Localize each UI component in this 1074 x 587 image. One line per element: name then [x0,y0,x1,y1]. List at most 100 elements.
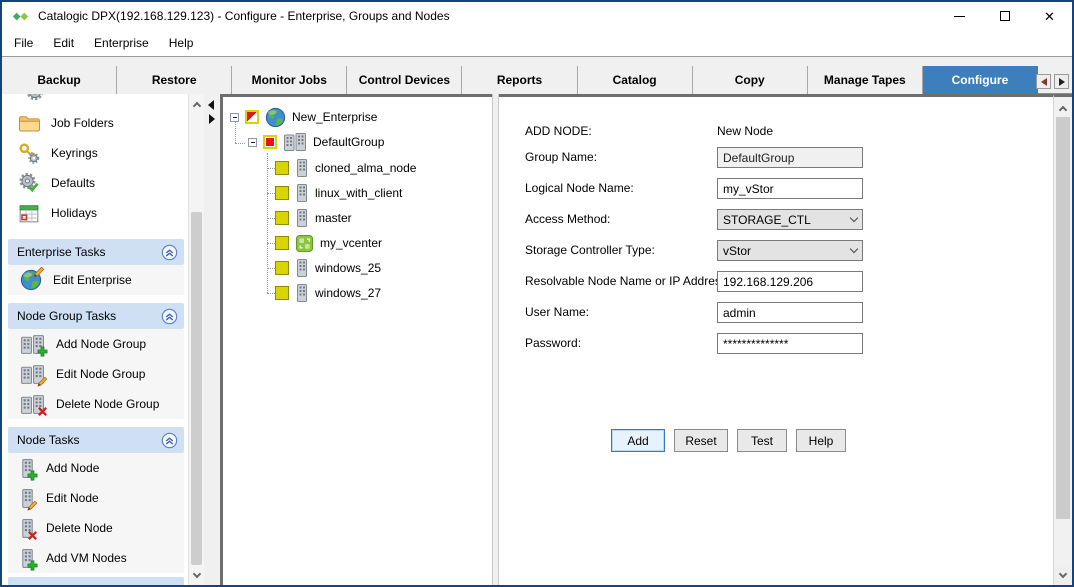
checkbox-partial[interactable] [245,110,259,124]
pencil-icon [27,500,38,511]
collapse-section-icon[interactable] [161,432,178,449]
tab-monitor-jobs[interactable]: Monitor Jobs [232,66,347,94]
tab-control-devices[interactable]: Control Devices [347,66,462,94]
maximize-button[interactable] [982,2,1027,30]
tab-scroll-left-button[interactable] [1036,74,1051,89]
tree-item-default-group[interactable]: DefaultGroup [248,131,384,153]
tree-item-cloned-alma-node[interactable]: cloned_alma_node [275,157,416,179]
user-name-label: User Name: [525,305,589,319]
tab-restore[interactable]: Restore [117,66,232,94]
checkbox-checked[interactable] [275,286,289,300]
sidebar-scrollbar[interactable] [188,94,204,585]
tab-reports[interactable]: Reports [462,66,577,94]
scroll-up-button[interactable] [189,96,204,112]
checkbox-checked[interactable] [275,186,289,200]
checkbox-checked[interactable] [263,135,277,149]
menu-help[interactable]: Help [159,36,204,50]
minimize-button[interactable] [937,2,982,30]
tab-scroll-right-button[interactable] [1054,74,1069,89]
node-icon [295,283,309,303]
scrollbar-thumb[interactable] [191,212,202,565]
folder-icon [18,112,40,134]
section-header-node-group-tasks[interactable]: Node Group Tasks [8,303,184,329]
collapse-toggle-icon[interactable] [230,113,239,122]
checkbox-checked[interactable] [275,236,289,250]
add-node-form: ADD NODE: New Node Group Name: Logical N… [499,94,1053,585]
tree-item-label: master [315,211,352,225]
enterprise-tree-panel: New_Enterprise DefaultGroup cloned_alma_… [220,94,492,585]
help-button[interactable]: Help [796,429,846,452]
tab-catalog[interactable]: Catalog [578,66,693,94]
sidebar-item-edit-node[interactable]: Edit Node [8,483,184,513]
sidebar-clipped-section-header [8,577,184,585]
arrow-right-icon [1059,78,1065,86]
sidebar-item-edit-node-group[interactable]: Edit Node Group [8,359,184,389]
collapse-section-icon[interactable] [161,244,178,261]
tree-item-label: windows_25 [315,261,381,275]
sidebar-item-defaults[interactable]: Defaults [2,168,188,198]
tree-item-my-vcenter[interactable]: my_vcenter [275,232,382,254]
add-button[interactable]: Add [611,429,665,452]
tree-item-linux-with-client[interactable]: linux_with_client [275,182,402,204]
tab-backup[interactable]: Backup [2,66,117,94]
scroll-down-button[interactable] [1054,567,1072,584]
sidebar-item-holidays[interactable]: Holidays [2,198,188,228]
sidebar-item-label: Add Node Group [56,337,146,351]
tree-item-windows-25[interactable]: windows_25 [275,257,381,279]
collapse-toggle-icon[interactable] [248,138,257,147]
checkbox-checked[interactable] [275,261,289,275]
test-button[interactable]: Test [737,429,787,452]
sidebar-item-delete-node[interactable]: Delete Node [8,513,184,543]
scrollbar-thumb[interactable] [1056,117,1070,519]
password-input[interactable] [717,333,863,354]
user-name-input[interactable] [717,302,863,323]
tab-manage-tapes[interactable]: Manage Tapes [808,66,923,94]
sidebar-item-add-node[interactable]: Add Node [8,453,184,483]
window-title: Catalogic DPX(192.168.129.123) - Configu… [38,9,937,23]
splitter-collapse-left-icon[interactable] [208,100,214,110]
panel-splitter[interactable] [204,94,220,585]
close-button[interactable]: ✕ [1027,2,1072,30]
section-header-enterprise-tasks[interactable]: Enterprise Tasks [8,239,184,265]
reset-button[interactable]: Reset [674,429,728,452]
keyrings-icon [18,142,40,164]
title-bar: Catalogic DPX(192.168.129.123) - Configu… [2,2,1072,30]
sidebar-item-add-vm-nodes[interactable]: Add VM Nodes [8,543,184,573]
checkbox-checked[interactable] [275,161,289,175]
chevron-down-icon [850,214,858,222]
group-name-input[interactable] [717,147,863,168]
tab-configure[interactable]: Configure [923,66,1038,94]
sidebar-item-label: Add VM Nodes [46,551,127,565]
sidebar-item-label: Edit Node [46,491,99,505]
access-method-label: Access Method: [525,212,610,226]
tree-item-windows-27[interactable]: windows_27 [275,282,381,304]
access-method-select[interactable]: STORAGE_CTL [717,209,863,230]
menu-file[interactable]: File [4,36,43,50]
menu-enterprise[interactable]: Enterprise [84,36,159,50]
main-scrollbar[interactable] [1053,94,1072,585]
collapse-section-icon[interactable] [161,308,178,325]
sidebar-item-job-folders[interactable]: Job Folders [2,108,188,138]
sidebar-item-add-node-group[interactable]: Add Node Group [8,329,184,359]
section-header-node-tasks[interactable]: Node Tasks [8,427,184,453]
storage-controller-type-select[interactable]: vStor [717,240,863,261]
checkbox-checked[interactable] [275,211,289,225]
tree-item-master[interactable]: master [275,207,352,229]
splitter-collapse-right-icon[interactable] [209,114,215,124]
tree-item-label: linux_with_client [315,186,402,200]
tab-copy[interactable]: Copy [693,66,808,94]
sidebar-clipped-item [2,94,188,108]
sidebar-item-keyrings[interactable]: Keyrings [2,138,188,168]
tab-row: Backup Restore Monitor Jobs Control Devi… [2,66,1038,94]
chevron-down-icon [850,245,858,253]
sidebar-item-delete-node-group[interactable]: Delete Node Group [8,389,184,419]
menu-edit[interactable]: Edit [43,36,84,50]
maximize-icon [1000,11,1010,21]
resolvable-node-name-input[interactable] [717,271,863,292]
scroll-down-button[interactable] [189,567,204,583]
sidebar-item-edit-enterprise[interactable]: Edit Enterprise [8,265,184,295]
tree-item-enterprise[interactable]: New_Enterprise [230,106,377,128]
logical-node-name-input[interactable] [717,178,863,199]
node-icon [295,258,309,278]
scroll-up-button[interactable] [1054,100,1072,117]
